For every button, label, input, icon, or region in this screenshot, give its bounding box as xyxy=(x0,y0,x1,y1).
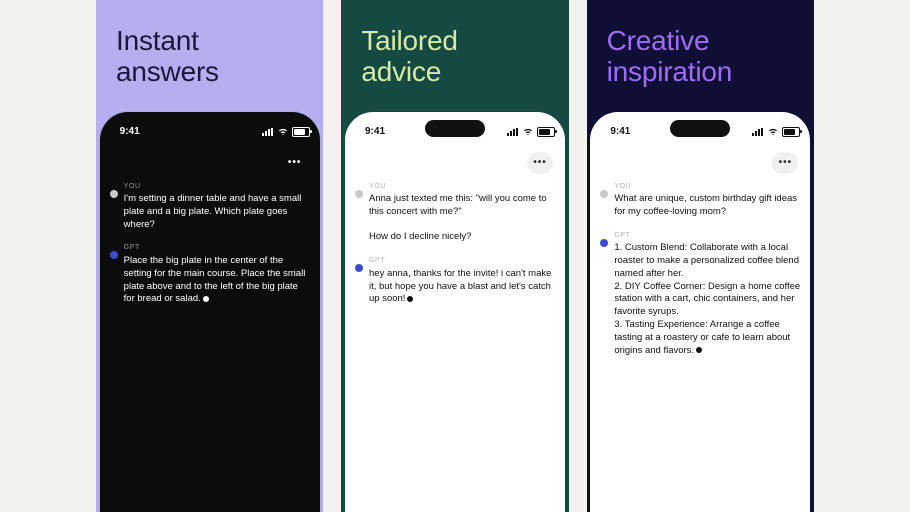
avatar-gpt xyxy=(600,239,608,247)
message-text: 1. Custom Blend: Collaborate with a loca… xyxy=(614,242,800,357)
signal-icon xyxy=(262,128,274,136)
message-user: YOU I'm setting a dinner table and have … xyxy=(110,182,310,232)
chat-thread: YOU What are unique, custom birthday gif… xyxy=(600,182,800,358)
role-label: YOU xyxy=(369,182,555,191)
status-right xyxy=(262,127,310,137)
status-time: 9:41 xyxy=(110,126,150,137)
message-body: YOU What are unique, custom birthday gif… xyxy=(614,182,800,219)
chat-thread: YOU I'm setting a dinner table and have … xyxy=(110,182,310,307)
status-bar: 9:41 xyxy=(600,122,800,142)
message-body: GPT 1. Custom Blend: Collaborate with a … xyxy=(614,231,800,358)
status-bar: 9:41 xyxy=(110,122,310,142)
phone-notch xyxy=(180,120,240,137)
avatar-user xyxy=(355,190,363,198)
message-gpt: GPT hey anna, thanks for the invite! i c… xyxy=(355,256,555,306)
message-body: GPT hey anna, thanks for the invite! i c… xyxy=(369,256,555,306)
message-gpt: GPT 1. Custom Blend: Collaborate with a … xyxy=(600,231,800,358)
panel-title: Tailored advice xyxy=(361,26,550,88)
status-right xyxy=(752,127,800,137)
cursor-icon xyxy=(696,347,702,353)
phone-notch xyxy=(425,120,485,137)
message-text: Anna just texted me this: "will you come… xyxy=(369,193,555,244)
avatar-gpt xyxy=(110,251,118,259)
battery-icon xyxy=(782,127,800,137)
phone-mock: 9:41 ••• YOU Anna just texted me this: "… xyxy=(345,112,565,512)
marketing-stage: Instant answers 9:41 ••• YOU xyxy=(0,0,910,512)
wifi-icon xyxy=(523,128,533,136)
panel-tailored-advice: Tailored advice 9:41 ••• YOU xyxy=(341,0,568,512)
message-text: Place the big plate in the center of the… xyxy=(124,255,310,306)
avatar-user xyxy=(600,190,608,198)
role-label: GPT xyxy=(124,243,310,252)
more-button[interactable]: ••• xyxy=(772,152,798,174)
avatar-gpt xyxy=(355,264,363,272)
phone-header: ••• xyxy=(600,152,798,174)
status-time: 9:41 xyxy=(600,126,640,137)
cursor-icon xyxy=(203,296,209,302)
message-user: YOU Anna just texted me this: "will you … xyxy=(355,182,555,245)
wifi-icon xyxy=(278,128,288,136)
panel-title: Instant answers xyxy=(116,26,305,88)
battery-icon xyxy=(537,127,555,137)
phone-header: ••• xyxy=(355,152,553,174)
message-text: hey anna, thanks for the invite! i can't… xyxy=(369,268,555,306)
chat-thread: YOU Anna just texted me this: "will you … xyxy=(355,182,555,307)
role-label: GPT xyxy=(369,256,555,265)
message-gpt: GPT Place the big plate in the center of… xyxy=(110,243,310,306)
battery-icon xyxy=(292,127,310,137)
message-body: YOU I'm setting a dinner table and have … xyxy=(124,182,310,232)
message-body: GPT Place the big plate in the center of… xyxy=(124,243,310,306)
status-time: 9:41 xyxy=(355,126,395,137)
role-label: GPT xyxy=(614,231,800,240)
phone-mock: 9:41 ••• YOU What are unique, custom bir… xyxy=(590,112,810,512)
wifi-icon xyxy=(768,128,778,136)
message-text: What are unique, custom birthday gift id… xyxy=(614,193,800,219)
signal-icon xyxy=(752,128,764,136)
phone-mock: 9:41 ••• YOU I'm setting a dinner table … xyxy=(100,112,320,512)
cursor-icon xyxy=(407,296,413,302)
panel-title: Creative inspiration xyxy=(607,26,796,88)
panel-creative-inspiration: Creative inspiration 9:41 ••• YOU xyxy=(587,0,814,512)
message-body: YOU Anna just texted me this: "will you … xyxy=(369,182,555,245)
panel-instant-answers: Instant answers 9:41 ••• YOU xyxy=(96,0,323,512)
avatar-user xyxy=(110,190,118,198)
status-bar: 9:41 xyxy=(355,122,555,142)
role-label: YOU xyxy=(124,182,310,191)
more-button[interactable]: ••• xyxy=(527,152,553,174)
message-user: YOU What are unique, custom birthday gif… xyxy=(600,182,800,219)
message-text: I'm setting a dinner table and have a sm… xyxy=(124,193,310,231)
status-right xyxy=(507,127,555,137)
phone-header: ••• xyxy=(110,152,308,174)
role-label: YOU xyxy=(614,182,800,191)
phone-notch xyxy=(670,120,730,137)
more-button[interactable]: ••• xyxy=(282,152,308,174)
signal-icon xyxy=(507,128,519,136)
